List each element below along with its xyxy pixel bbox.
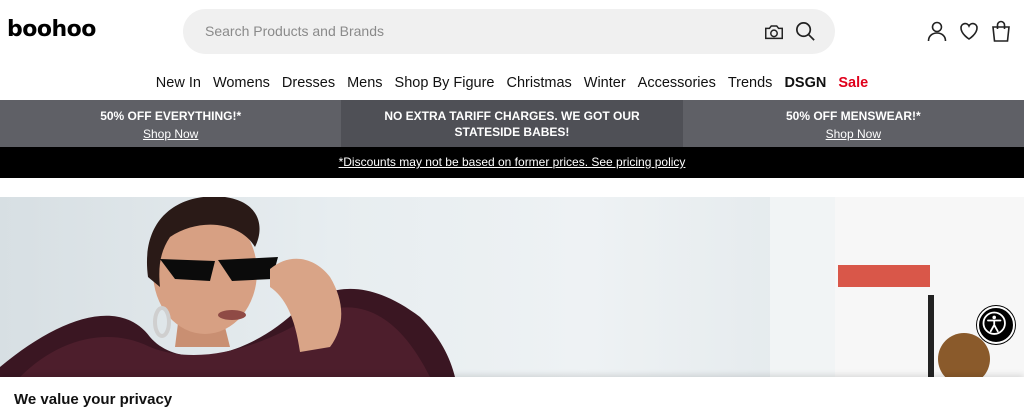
nav-item-mens[interactable]: Mens [341, 72, 388, 96]
accessibility-icon [982, 311, 1006, 335]
account-icon[interactable] [925, 19, 949, 43]
promo-tariff-title: NO EXTRA TARIFF CHARGES. WE GOT OUR STAT… [384, 109, 640, 139]
pricing-policy-link[interactable]: *Discounts may not be based on former pr… [339, 155, 686, 169]
nav-item-winter[interactable]: Winter [578, 72, 632, 96]
accessibility-button[interactable] [977, 306, 1015, 344]
search-bar[interactable] [183, 9, 835, 54]
camera-icon[interactable] [763, 21, 785, 43]
search-icon[interactable] [794, 20, 817, 43]
main-nav: New In Womens Dresses Mens Shop By Figur… [0, 72, 1024, 96]
nav-item-womens[interactable]: Womens [207, 72, 276, 96]
nav-item-accessories[interactable]: Accessories [632, 72, 722, 96]
nav-item-trends[interactable]: Trends [722, 72, 779, 96]
bag-icon[interactable] [989, 19, 1013, 43]
nav-item-shop-by-figure[interactable]: Shop By Figure [389, 72, 501, 96]
nav-item-dsgn[interactable]: DSGN [778, 72, 832, 96]
promo-menswear: 50% OFF MENSWEAR!* Shop Now [683, 100, 1024, 147]
site-header: boohoo [0, 0, 1024, 64]
privacy-title: We value your privacy [14, 391, 173, 408]
promo-bar: 50% OFF EVERYTHING!* Shop Now NO EXTRA T… [0, 100, 1024, 147]
promo-menswear-title: 50% OFF MENSWEAR!* [785, 109, 921, 123]
nav-item-sale[interactable]: Sale [832, 72, 874, 96]
hero-model-image [0, 197, 990, 377]
promo-womens-title: 50% OFF EVERYTHING!* [100, 109, 242, 123]
promo-tariff: NO EXTRA TARIFF CHARGES. WE GOT OUR STAT… [341, 100, 683, 147]
shop-now-link[interactable]: Shop Now [683, 126, 1024, 142]
heart-icon[interactable] [957, 19, 981, 43]
nav-item-christmas[interactable]: Christmas [501, 72, 578, 96]
hero-banner[interactable] [0, 197, 1024, 377]
boohoo-logo[interactable]: boohoo [7, 17, 96, 42]
nav-item-dresses[interactable]: Dresses [276, 72, 341, 96]
privacy-banner: We value your privacy [0, 377, 1024, 418]
shop-now-link[interactable]: Shop Now [0, 126, 341, 142]
search-input[interactable] [205, 21, 745, 41]
promo-womens: 50% OFF EVERYTHING!* Shop Now [0, 100, 341, 147]
nav-item-new-in[interactable]: New In [150, 72, 207, 96]
pricing-disclaimer: *Discounts may not be based on former pr… [0, 147, 1024, 178]
